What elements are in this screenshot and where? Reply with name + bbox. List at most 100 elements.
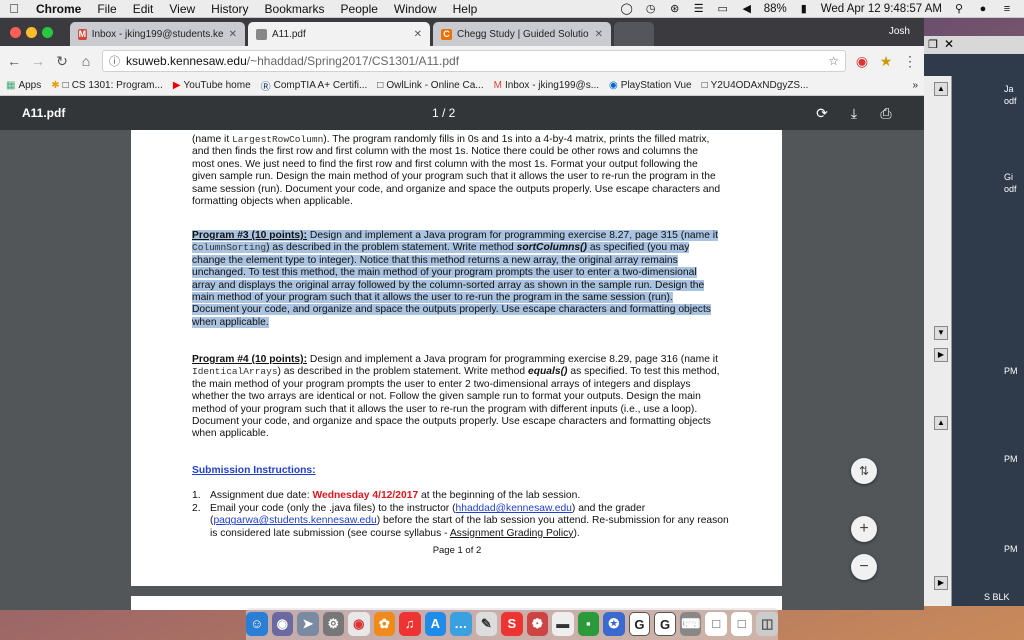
bookmark-inbox[interactable]: M Inbox - jking199@s...	[494, 80, 599, 91]
menu-file[interactable]: File	[89, 2, 124, 16]
pages-icon[interactable]: ✎	[475, 612, 498, 636]
scroll-up-icon[interactable]: ▲	[934, 416, 948, 430]
wifi-icon[interactable]: ☰	[692, 3, 706, 15]
tab-inbox[interactable]: M Inbox - jking199@students.ke ✕	[70, 22, 245, 46]
print-icon[interactable]: ⎙	[870, 105, 902, 122]
restore-window-icon[interactable]: ❐	[928, 38, 938, 51]
menu-history[interactable]: History	[203, 2, 256, 16]
menu-bookmarks[interactable]: Bookmarks	[257, 2, 333, 16]
extension-block-icon[interactable]: ◉	[854, 53, 870, 70]
download-icon[interactable]: ⤓	[838, 105, 870, 122]
zoom-in-button[interactable]: +	[851, 516, 877, 542]
itunes-icon[interactable]: ♫	[399, 612, 421, 636]
bookmark-comptia[interactable]: Ⓡ CompTIA A+ Certifi...	[261, 78, 368, 93]
grader-email-link[interactable]: paggarwa@students.kennesaw.edu	[213, 515, 376, 526]
bg-label: S BLK	[984, 592, 1010, 602]
scroll-down-icon[interactable]: ▼	[934, 326, 948, 340]
program-3-text: Program #3 (10 points): Design and imple…	[192, 230, 718, 328]
close-tab-icon[interactable]: ✕	[595, 29, 603, 40]
bookmark-owllink[interactable]: □ OwlLink - Online Ca...	[377, 80, 483, 91]
instructor-email-link[interactable]: hhaddad@kennesaw.edu	[456, 503, 572, 514]
rotate-icon[interactable]: ⟳	[806, 105, 838, 122]
bookmark-cs1301[interactable]: ✱ □ CS 1301: Program...	[51, 80, 163, 91]
new-tab-button[interactable]	[614, 22, 654, 46]
app-g-icon[interactable]: G	[628, 612, 651, 636]
tab-chegg[interactable]: C Chegg Study | Guided Solutio ✕	[433, 22, 611, 46]
close-tab-icon[interactable]: ✕	[229, 29, 237, 40]
pdf-viewer[interactable]: (name it LargestRowColumn). The program …	[0, 130, 924, 610]
zoom-out-button[interactable]: −	[851, 554, 877, 580]
document-icon[interactable]: □	[730, 612, 753, 636]
background-window[interactable]: ❐ ✕ ▲ ▼ ▶ ▲ ▶ Ja odf Gi odf PM PM PM S B…	[924, 36, 1024, 606]
info-icon[interactable]: ⓘ	[109, 53, 120, 69]
bookmark-youtube[interactable]: ▶ YouTube home	[173, 80, 251, 91]
reload-button[interactable]: ↻	[54, 53, 70, 70]
bookmark-apps[interactable]: ▦ Apps	[6, 80, 41, 91]
home-button[interactable]: ⌂	[78, 53, 94, 69]
chrome-icon[interactable]: ◉	[348, 612, 370, 636]
menu-people[interactable]: People	[333, 2, 386, 16]
bg-label: Ja	[1004, 84, 1014, 94]
keyboard-app-icon[interactable]: ⌨	[679, 612, 702, 636]
user-icon[interactable]: ●	[976, 3, 990, 15]
menu-view[interactable]: View	[161, 2, 203, 16]
finder-icon[interactable]: ☺	[246, 612, 268, 636]
menu-app-name[interactable]: Chrome	[28, 2, 89, 16]
grading-policy-link[interactable]: Assignment Grading Policy	[450, 528, 574, 539]
trash-icon[interactable]: ◫	[756, 612, 778, 636]
apple-icon[interactable]: 	[0, 1, 28, 16]
bg-scrollbar-panel: ▲ ▼ ▶ ▲ ▶	[924, 76, 952, 606]
bookmarks-bar: ▦ Apps ✱ □ CS 1301: Program... ▶ YouTube hom…	[0, 76, 924, 96]
scroll-up-icon[interactable]: ▲	[934, 82, 948, 96]
time-machine-icon[interactable]: ◷	[644, 3, 658, 15]
back-button[interactable]: ←	[6, 53, 22, 69]
volume-icon[interactable]: ◀	[740, 3, 754, 15]
battery-icon[interactable]: ▮	[797, 3, 811, 15]
more-bookmarks-icon[interactable]: »	[912, 80, 918, 91]
minimize-window-button[interactable]	[26, 27, 37, 38]
document-icon[interactable]: □	[705, 612, 727, 636]
dropbox-icon[interactable]: ◯	[620, 3, 634, 15]
tab-a11-pdf[interactable]: A11.pdf ✕	[248, 22, 430, 46]
bookmark-label: YouTube home	[183, 80, 251, 91]
system-preferences-icon[interactable]: ⚙	[322, 612, 345, 636]
page-counter[interactable]: 1 / 2	[432, 106, 806, 120]
app-g-icon[interactable]: G	[654, 612, 676, 636]
launchpad-icon[interactable]: ➤	[297, 612, 319, 636]
bookmark-label: PlayStation Vue	[620, 80, 692, 91]
spotlight-icon[interactable]: ⚲	[952, 3, 966, 15]
scroll-right-icon[interactable]: ▶	[934, 576, 948, 590]
notes-icon[interactable]: ▬	[552, 612, 574, 636]
photos-icon[interactable]: ✿	[373, 612, 396, 636]
menu-help[interactable]: Help	[445, 2, 486, 16]
slack-icon[interactable]: S	[501, 612, 523, 636]
url-path: /~hhaddad/Spring2017/CS1301/A11.pdf	[246, 54, 460, 68]
clock[interactable]: Wed Apr 12 9:48:57 AM	[821, 3, 942, 15]
zoom-window-button[interactable]	[42, 27, 53, 38]
messages-icon[interactable]: …	[450, 612, 472, 636]
menu-window[interactable]: Window	[386, 2, 445, 16]
chrome-menu-icon[interactable]: ⋮	[902, 53, 918, 70]
address-bar[interactable]: ⓘ ksuweb.kennesaw.edu/~hhaddad/Spring201…	[102, 50, 846, 72]
close-tab-icon[interactable]: ✕	[414, 29, 422, 40]
notification-center-icon[interactable]: ≡	[1000, 3, 1014, 15]
photo-app-icon[interactable]: ❁	[526, 612, 549, 636]
bookmark-y2u4[interactable]: □ Y2U4ODAxNDgyZS...	[702, 80, 809, 91]
close-window-icon[interactable]: ✕	[944, 37, 954, 51]
forward-button[interactable]: →	[30, 53, 46, 69]
close-window-button[interactable]	[10, 27, 21, 38]
profile-button[interactable]: Josh	[889, 26, 910, 37]
bookmark-playstation[interactable]: ◉ PlayStation Vue	[609, 80, 692, 91]
bookmark-star-icon[interactable]: ☆	[828, 54, 839, 68]
display-icon[interactable]: ▭	[716, 3, 730, 15]
extension-icon[interactable]: ★	[878, 53, 894, 70]
facetime-icon[interactable]: ▪	[577, 612, 600, 636]
scroll-right-icon[interactable]: ▶	[934, 348, 948, 362]
siri-icon[interactable]: ◉	[271, 612, 294, 636]
bluetooth-icon[interactable]: ⊛	[668, 3, 682, 15]
fit-to-page-button[interactable]: ⇅	[851, 458, 877, 484]
menu-edit[interactable]: Edit	[125, 2, 162, 16]
battery-percent[interactable]: 88%	[764, 3, 787, 15]
safari-icon[interactable]: ✪	[603, 612, 625, 636]
app-store-icon[interactable]: A	[424, 612, 447, 636]
